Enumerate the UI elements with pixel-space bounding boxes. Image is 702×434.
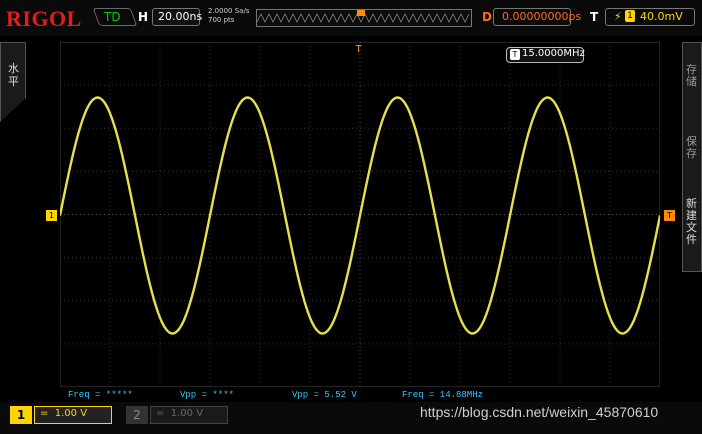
trigger-status: TD xyxy=(104,10,121,24)
sample-rate: 2.0000 Sa/s 700 pts xyxy=(208,7,249,25)
memory-waveform-overview[interactable] xyxy=(256,9,472,27)
trigger-channel-badge: 1 xyxy=(625,10,635,22)
menu-item-new-file[interactable]: 新建文件 xyxy=(686,198,698,246)
memory-depth-value: 700 pts xyxy=(208,16,235,24)
frequency-counter-icon: T xyxy=(510,49,520,60)
ch1-scale-value: 1.00 V xyxy=(54,408,88,419)
ch1-scale: = 1.00 V xyxy=(40,408,87,419)
watermark-text: https://blog.csdn.net/weixin_45870610 xyxy=(420,404,659,420)
memory-overview-waveform xyxy=(256,10,470,23)
measurement-vpp-2: Vpp = 5.52 V xyxy=(292,390,357,400)
ch1-offset-marker[interactable]: 1 xyxy=(46,210,57,221)
memory-trigger-marker-icon xyxy=(357,10,365,16)
menu-item-save[interactable]: 保存 xyxy=(686,136,698,160)
rigol-logo: RIGOL xyxy=(6,6,82,31)
trigger-level: 40.0mV xyxy=(640,10,683,23)
ch2-scale-value: 1.00 V xyxy=(170,408,204,419)
ch2-tab[interactable]: 2 xyxy=(126,406,148,424)
ch2-coupling-icon: = xyxy=(156,408,165,419)
delay-value: 0.00000000ps xyxy=(502,10,582,23)
measurement-freq-2: Freq = 14.88MHz xyxy=(402,390,484,400)
trigger-level-marker[interactable]: T xyxy=(664,210,675,221)
timebase-value: 20.00ns xyxy=(158,10,203,23)
waveform-display[interactable] xyxy=(60,42,660,387)
horizontal-label: H xyxy=(138,10,149,24)
ch1-tab[interactable]: 1 xyxy=(10,406,32,424)
trigger-label: T xyxy=(590,10,599,24)
delay-label: D xyxy=(482,10,492,24)
measurement-vpp-1: Vpp = **** xyxy=(180,390,235,400)
ch1-coupling-icon: = xyxy=(40,408,49,419)
horizontal-menu-label: 水平 xyxy=(8,62,19,88)
sample-rate-value: 2.0000 Sa/s xyxy=(208,7,250,15)
trigger-position-marker-icon[interactable]: T xyxy=(353,44,364,60)
ch2-scale: = 1.00 V xyxy=(156,408,203,419)
menu-item-storage[interactable]: 存储 xyxy=(686,64,698,88)
rising-edge-icon: ⚡ xyxy=(614,10,622,23)
measurement-freq-1: Freq = ***** xyxy=(68,390,133,400)
frequency-counter-value: 15.0000MHz xyxy=(522,48,585,59)
